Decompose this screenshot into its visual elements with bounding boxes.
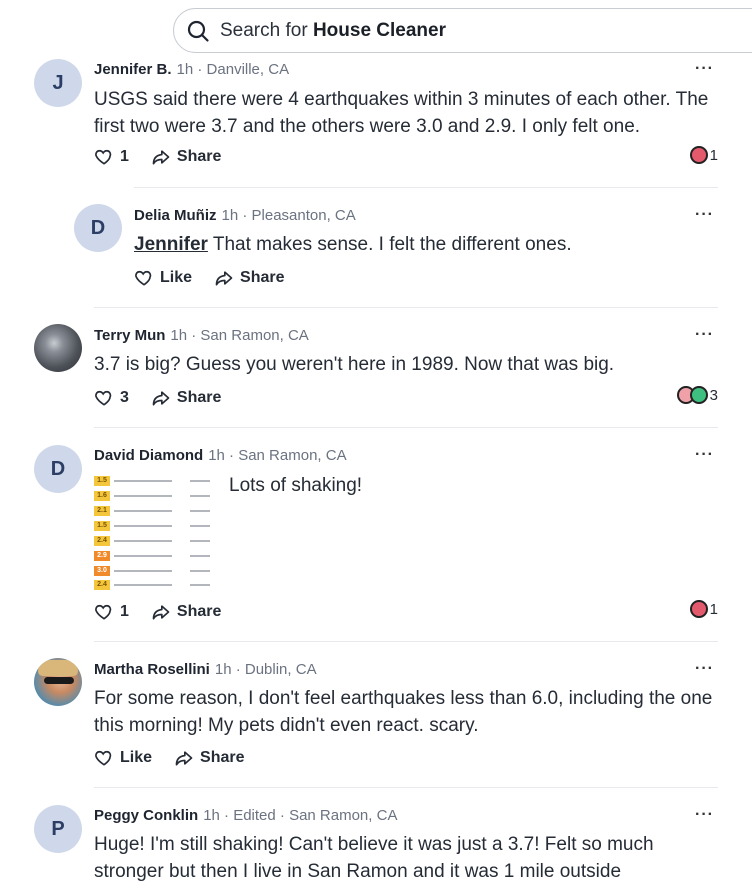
reactions-summary[interactable]: 1 <box>689 600 718 618</box>
comment-text: 3.7 is big? Guess you weren't here in 19… <box>94 354 615 375</box>
share-label: Share <box>200 749 245 766</box>
author-name[interactable]: Delia Muñiz <box>134 207 217 224</box>
avatar[interactable]: D <box>34 445 82 493</box>
share-icon <box>152 605 170 620</box>
comment-meta: Martha Rosellini 1h · Dublin, CA <box>94 661 317 678</box>
reaction-count: 1 <box>709 146 718 164</box>
thumbs-up-reaction-icon <box>689 386 708 404</box>
magnitude-badge: 2.4 <box>94 536 110 546</box>
reactions-summary[interactable]: 1 <box>689 146 718 164</box>
author-name[interactable]: Martha Rosellini <box>94 661 210 678</box>
reaction-count: 1 <box>709 600 718 618</box>
comment-text: Lots of shaking! <box>229 475 363 496</box>
heart-icon <box>95 750 112 766</box>
heart-reaction-icon <box>689 600 708 618</box>
search-icon <box>187 20 209 42</box>
divider <box>94 307 718 308</box>
comment-time-location: 1h · San Ramon, CA <box>170 327 309 344</box>
magnitude-badge: 1.5 <box>94 476 110 486</box>
reaction-count: 3 <box>709 386 718 404</box>
magnitude-badge: 2.9 <box>94 551 110 561</box>
comment-text: Huge! I'm still shaking! Can't believe i… <box>94 834 654 882</box>
share-button[interactable]: Share <box>151 388 221 408</box>
comment-time-location: 1h · San Ramon, CA <box>208 447 347 464</box>
more-options-button[interactable]: ··· <box>695 806 714 824</box>
reactions-summary[interactable]: 3 <box>676 386 718 404</box>
search-bar[interactable]: Search for House Cleaner <box>173 8 752 53</box>
attached-image-earthquake-list[interactable]: 1.5 1.6 2.1 1.5 2.4 2.9 3.0 2.4 <box>94 474 216 590</box>
divider <box>134 187 718 188</box>
more-options-button[interactable]: ··· <box>695 660 714 678</box>
heart-icon <box>95 390 112 406</box>
comment-time-location: 1h · Pleasanton, CA <box>221 207 356 224</box>
magnitude-badge: 3.0 <box>94 566 110 576</box>
comment-meta: David Diamond 1h · San Ramon, CA <box>94 447 347 464</box>
magnitude-badge: 1.5 <box>94 521 110 531</box>
share-label: Share <box>176 148 222 165</box>
magnitude-badge: 2.4 <box>94 580 110 590</box>
share-icon <box>152 150 170 165</box>
like-button[interactable]: 1 <box>94 602 129 622</box>
avatar[interactable] <box>34 658 82 706</box>
search-placeholder: Search for House Cleaner <box>220 19 446 41</box>
like-count: 3 <box>120 389 129 406</box>
avatar[interactable]: J <box>34 59 82 107</box>
mention-link[interactable]: Jennifer <box>134 234 208 255</box>
heart-icon <box>135 270 152 286</box>
like-button[interactable]: Like <box>94 748 152 768</box>
comment-text: USGS said there were 4 earthquakes withi… <box>94 89 709 137</box>
divider <box>94 641 718 642</box>
more-options-button[interactable]: ··· <box>695 446 714 464</box>
share-icon <box>215 271 233 286</box>
like-label: Like <box>120 749 153 766</box>
author-name[interactable]: Peggy Conklin <box>94 807 198 824</box>
heart-reaction-icon <box>689 146 708 164</box>
author-name[interactable]: David Diamond <box>94 447 203 464</box>
comment-meta: Jennifer B. 1h · Danville, CA <box>94 61 289 78</box>
avatar[interactable]: D <box>74 204 122 252</box>
divider <box>94 787 718 788</box>
more-options-button[interactable]: ··· <box>695 60 714 78</box>
comment-time-location: 1h · Edited · San Ramon, CA <box>203 807 398 824</box>
share-button[interactable]: Share <box>151 602 221 622</box>
like-count: 1 <box>120 148 129 165</box>
comment-meta: Peggy Conklin 1h · Edited · San Ramon, CA <box>94 807 397 824</box>
comment-meta: Terry Mun 1h · San Ramon, CA <box>94 327 309 344</box>
comment-time-location: 1h · Dublin, CA <box>214 661 317 678</box>
magnitude-badge: 2.1 <box>94 506 110 516</box>
avatar[interactable] <box>34 324 82 372</box>
share-icon <box>152 391 170 406</box>
comment-meta: Delia Muñiz 1h · Pleasanton, CA <box>134 207 356 224</box>
like-button[interactable]: Like <box>134 268 192 288</box>
author-name[interactable]: Jennifer B. <box>94 61 172 78</box>
comment-text: For some reason, I don't feel earthquake… <box>94 688 713 736</box>
comment-time-location: 1h · Danville, CA <box>176 61 290 78</box>
share-label: Share <box>176 389 222 406</box>
share-label: Share <box>176 603 222 620</box>
share-button[interactable]: Share <box>151 147 221 167</box>
share-button[interactable]: Share <box>214 268 284 288</box>
more-options-button[interactable]: ··· <box>695 206 714 224</box>
avatar[interactable]: P <box>34 805 82 853</box>
like-label: Like <box>160 269 193 286</box>
divider <box>94 427 718 428</box>
heart-icon <box>95 604 112 620</box>
like-button[interactable]: 1 <box>94 147 129 167</box>
comment-text: Jennifer That makes sense. I felt the di… <box>134 234 572 255</box>
like-count: 1 <box>120 603 129 620</box>
author-name[interactable]: Terry Mun <box>94 327 165 344</box>
magnitude-badge: 1.6 <box>94 491 110 501</box>
like-button[interactable]: 3 <box>94 388 129 408</box>
share-label: Share <box>240 269 285 286</box>
more-options-button[interactable]: ··· <box>695 326 714 344</box>
heart-icon <box>95 149 112 165</box>
share-icon <box>175 751 193 766</box>
share-button[interactable]: Share <box>174 748 244 768</box>
